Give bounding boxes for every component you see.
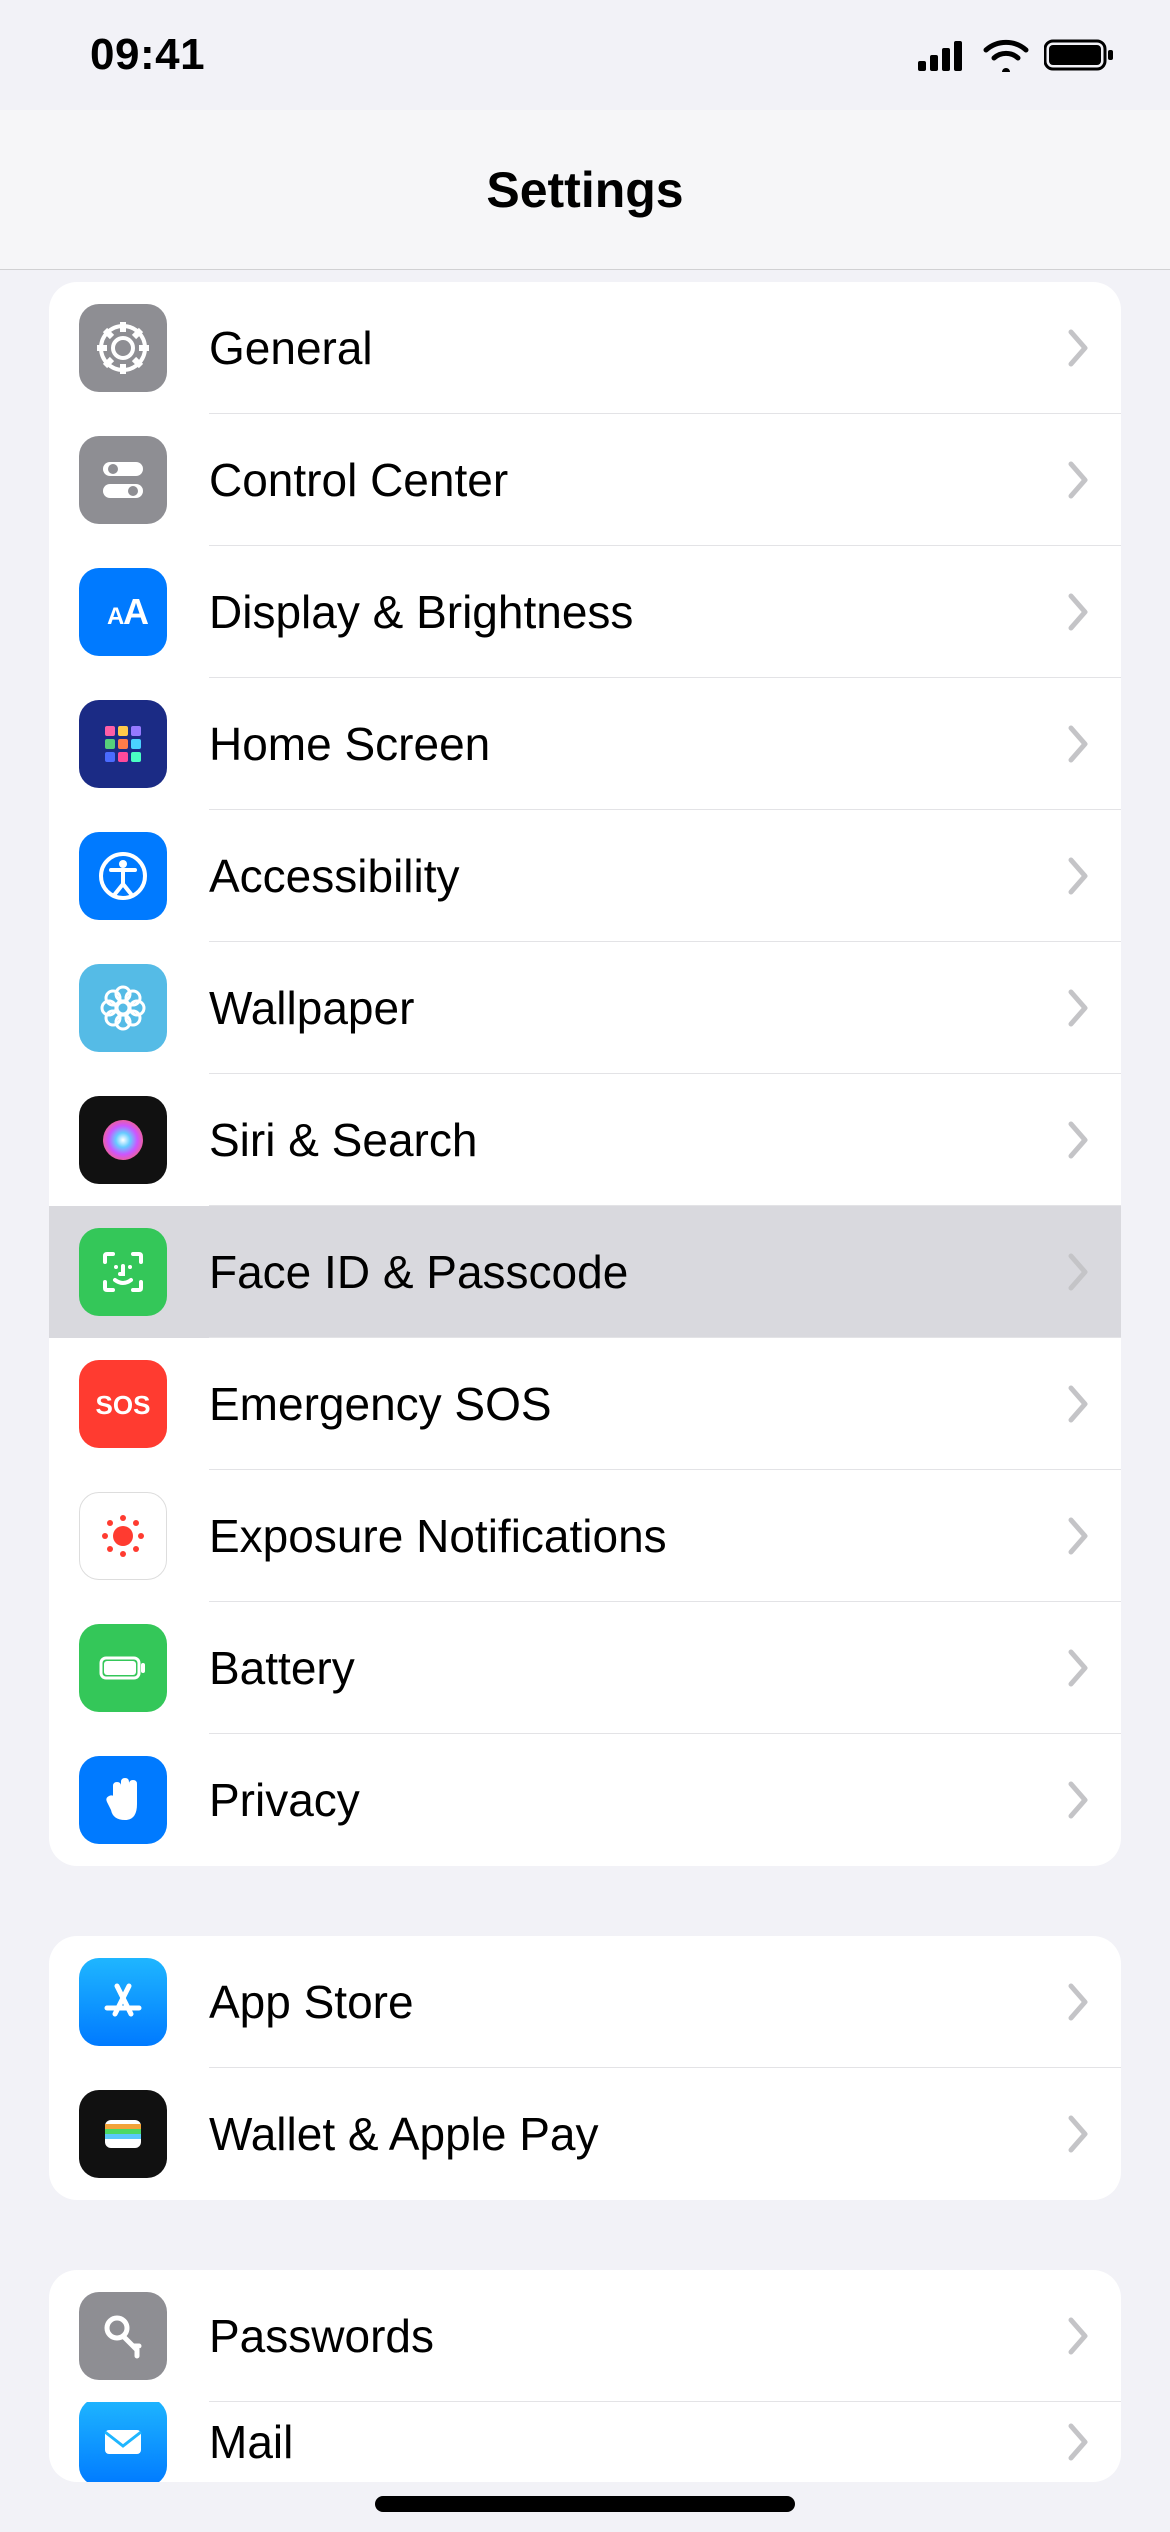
row-privacy[interactable]: Privacy xyxy=(49,1734,1121,1866)
chevron-right-icon xyxy=(1067,328,1091,368)
row-wallet-apple-pay[interactable]: Wallet & Apple Pay xyxy=(49,2068,1121,2200)
chevron-right-icon xyxy=(1067,856,1091,896)
row-battery[interactable]: Battery xyxy=(49,1602,1121,1734)
svg-text:A: A xyxy=(123,591,149,632)
row-accessibility[interactable]: Accessibility xyxy=(49,810,1121,942)
chevron-right-icon xyxy=(1067,2422,1091,2462)
chevron-right-icon xyxy=(1067,592,1091,632)
chevron-right-icon xyxy=(1067,1252,1091,1292)
chevron-right-icon xyxy=(1067,1120,1091,1160)
battery-icon xyxy=(1044,38,1116,72)
cellular-icon xyxy=(918,39,968,71)
row-label: General xyxy=(209,321,1067,375)
chevron-right-icon xyxy=(1067,2316,1091,2356)
row-emergency-sos[interactable]: SOS Emergency SOS xyxy=(49,1338,1121,1470)
app-grid-icon xyxy=(79,700,167,788)
row-label: Emergency SOS xyxy=(209,1377,1067,1431)
settings-list: General Control Center AA Display & Brig… xyxy=(0,282,1170,2482)
chevron-right-icon xyxy=(1067,988,1091,1028)
mail-icon xyxy=(79,2402,167,2482)
row-face-id-passcode[interactable]: Face ID & Passcode xyxy=(49,1206,1121,1338)
row-mail[interactable]: Mail xyxy=(49,2402,1121,2482)
battery-icon xyxy=(79,1624,167,1712)
gear-icon xyxy=(79,304,167,392)
nav-bar: Settings xyxy=(0,110,1170,270)
hand-icon xyxy=(79,1756,167,1844)
flower-icon xyxy=(79,964,167,1052)
page-title: Settings xyxy=(486,161,683,219)
face-id-icon xyxy=(79,1228,167,1316)
chevron-right-icon xyxy=(1067,1982,1091,2022)
status-bar: 09:41 xyxy=(0,0,1170,110)
siri-icon xyxy=(79,1096,167,1184)
svg-text:A: A xyxy=(107,603,124,630)
row-label: Face ID & Passcode xyxy=(209,1245,1067,1299)
row-exposure-notifications[interactable]: Exposure Notifications xyxy=(49,1470,1121,1602)
row-label: Privacy xyxy=(209,1773,1067,1827)
row-label: Battery xyxy=(209,1641,1067,1695)
exposure-icon xyxy=(79,1492,167,1580)
row-label: Accessibility xyxy=(209,849,1067,903)
chevron-right-icon xyxy=(1067,2114,1091,2154)
chevron-right-icon xyxy=(1067,1384,1091,1424)
chevron-right-icon xyxy=(1067,1648,1091,1688)
wallet-icon xyxy=(79,2090,167,2178)
wifi-icon xyxy=(982,38,1030,72)
row-label: Display & Brightness xyxy=(209,585,1067,639)
row-label: Wallpaper xyxy=(209,981,1067,1035)
switches-icon xyxy=(79,436,167,524)
row-label: Passwords xyxy=(209,2309,1067,2363)
status-indicators xyxy=(918,38,1116,72)
row-control-center[interactable]: Control Center xyxy=(49,414,1121,546)
chevron-right-icon xyxy=(1067,460,1091,500)
row-label: Siri & Search xyxy=(209,1113,1067,1167)
chevron-right-icon xyxy=(1067,724,1091,764)
row-passwords[interactable]: Passwords xyxy=(49,2270,1121,2402)
key-icon xyxy=(79,2292,167,2380)
row-general[interactable]: General xyxy=(49,282,1121,414)
row-label: App Store xyxy=(209,1975,1067,2029)
settings-section: Passwords Mail xyxy=(49,2270,1121,2482)
chevron-right-icon xyxy=(1067,1516,1091,1556)
row-label: Exposure Notifications xyxy=(209,1509,1067,1563)
home-indicator[interactable] xyxy=(375,2496,795,2512)
row-app-store[interactable]: App Store xyxy=(49,1936,1121,2068)
status-time: 09:41 xyxy=(90,30,205,80)
svg-text:SOS: SOS xyxy=(96,1390,151,1420)
app-store-icon xyxy=(79,1958,167,2046)
accessibility-icon xyxy=(79,832,167,920)
text-size-icon: AA xyxy=(79,568,167,656)
row-label: Home Screen xyxy=(209,717,1067,771)
row-label: Control Center xyxy=(209,453,1067,507)
row-home-screen[interactable]: Home Screen xyxy=(49,678,1121,810)
row-wallpaper[interactable]: Wallpaper xyxy=(49,942,1121,1074)
settings-section: App Store Wallet & Apple Pay xyxy=(49,1936,1121,2200)
settings-section: General Control Center AA Display & Brig… xyxy=(49,282,1121,1866)
sos-icon: SOS xyxy=(79,1360,167,1448)
row-label: Mail xyxy=(209,2415,1067,2469)
row-label: Wallet & Apple Pay xyxy=(209,2107,1067,2161)
row-siri-search[interactable]: Siri & Search xyxy=(49,1074,1121,1206)
row-display-brightness[interactable]: AA Display & Brightness xyxy=(49,546,1121,678)
chevron-right-icon xyxy=(1067,1780,1091,1820)
